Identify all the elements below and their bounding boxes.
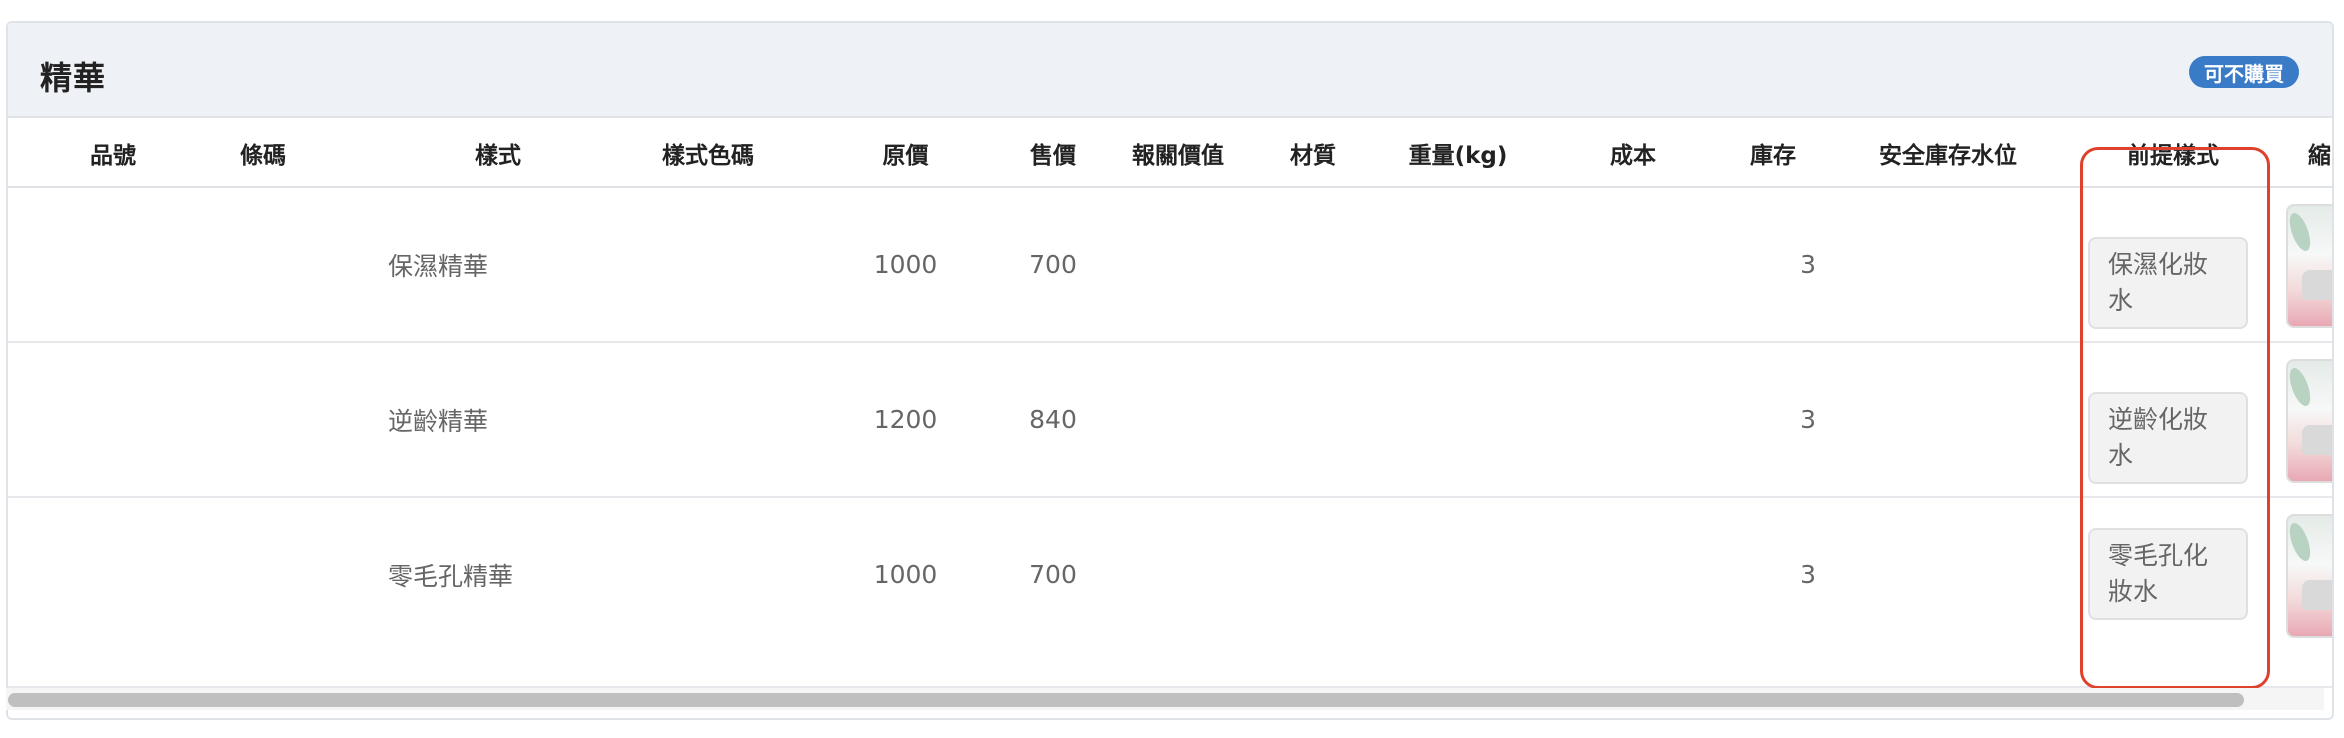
purchase-optional-badge: 可不購買 xyxy=(2189,56,2299,88)
product-thumbnail-icon[interactable] xyxy=(2286,204,2332,328)
stock-cell: 3 xyxy=(1800,560,1816,589)
column-header: 售價 xyxy=(1030,143,1076,169)
style-cell: 零毛孔精華 xyxy=(388,561,514,591)
product-thumbnail-icon[interactable] xyxy=(2286,359,2332,483)
column-header: 樣式 xyxy=(475,143,521,169)
table-row: 保濕精華 1000 700 3 保濕化妝水 xyxy=(8,188,2332,343)
column-header: 庫存 xyxy=(1750,143,1796,169)
horizontal-scrollbar-thumb[interactable] xyxy=(8,693,2244,707)
stock-cell: 3 xyxy=(1800,250,1816,279)
column-header: 重量(kg) xyxy=(1408,143,1508,169)
sale-price-cell: 700 xyxy=(1029,250,1077,279)
prerequisite-style-tag[interactable]: 逆齡化妝水 xyxy=(2088,392,2248,484)
column-header: 條碼 xyxy=(240,143,286,169)
product-panel: 精華 可不購買 品號 條碼 樣式 樣式色碼 原價 售價 報關價值 材質 重量(k… xyxy=(6,21,2334,720)
column-header: 材質 xyxy=(1290,143,1336,169)
original-price-cell: 1000 xyxy=(873,250,938,279)
prerequisite-style-tag[interactable]: 零毛孔化妝水 xyxy=(2088,528,2248,620)
panel-header: 精華 可不購買 xyxy=(8,23,2332,118)
column-header: 安全庫存水位 xyxy=(1879,143,2017,169)
stock-cell: 3 xyxy=(1800,405,1816,434)
table-row: 逆齡精華 1200 840 3 逆齡化妝水 xyxy=(8,343,2332,498)
sale-price-cell: 840 xyxy=(1029,405,1077,434)
column-header: 前提樣式 xyxy=(2127,143,2219,169)
column-header: 報關價值 xyxy=(1132,143,1224,169)
panel-title: 精華 xyxy=(40,59,107,97)
column-header: 縮 xyxy=(2308,143,2331,169)
style-cell: 逆齡精華 xyxy=(388,406,489,436)
original-price-cell: 1200 xyxy=(873,405,938,434)
sale-price-cell: 700 xyxy=(1029,560,1077,589)
column-header: 原價 xyxy=(882,143,929,169)
original-price-cell: 1000 xyxy=(873,560,938,589)
table-header: 品號 條碼 樣式 樣式色碼 原價 售價 報關價值 材質 重量(kg) 成本 庫存… xyxy=(8,118,2332,188)
product-thumbnail-icon[interactable] xyxy=(2286,514,2332,638)
column-header: 樣式色碼 xyxy=(662,143,754,169)
column-header: 成本 xyxy=(1610,143,1656,169)
prerequisite-style-tag[interactable]: 保濕化妝水 xyxy=(2088,237,2248,329)
table-row: 零毛孔精華 1000 700 3 零毛孔化妝水 xyxy=(8,498,2332,688)
style-cell: 保濕精華 xyxy=(388,251,489,281)
column-header: 品號 xyxy=(90,143,136,169)
